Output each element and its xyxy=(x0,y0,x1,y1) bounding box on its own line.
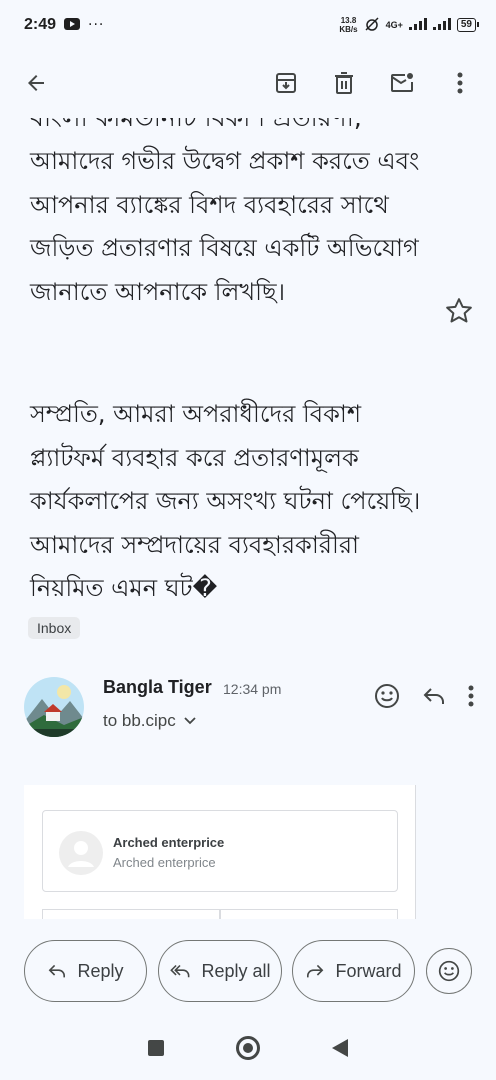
delete-button[interactable] xyxy=(322,61,366,105)
top-toolbar xyxy=(0,55,496,111)
star-button[interactable] xyxy=(444,296,474,326)
back-nav-button[interactable] xyxy=(331,1038,349,1062)
sender-time: 12:34 pm xyxy=(223,681,282,697)
chevron-down-icon xyxy=(184,717,196,725)
avatar[interactable] xyxy=(24,677,84,737)
reply-all-button[interactable]: Reply all xyxy=(158,940,282,1002)
more-options-button[interactable] xyxy=(438,61,482,105)
recipient-toggle[interactable]: to bb.cipc xyxy=(103,711,196,731)
back-button[interactable] xyxy=(14,61,58,105)
forward-icon xyxy=(307,964,324,978)
archive-icon xyxy=(276,73,296,93)
reply-all-icon xyxy=(170,964,190,978)
forward-label: Forward xyxy=(335,960,402,981)
email-clipped-line: বাংলা কমিউনিটি বিকাশ প্রতারণা, xyxy=(30,118,362,140)
network-type: 4G+ xyxy=(385,20,403,30)
more-notifications-icon: ··· xyxy=(88,17,105,33)
arrow-back-icon xyxy=(28,75,44,91)
emoji-icon xyxy=(375,684,399,708)
preview-box xyxy=(220,909,398,919)
mark-unread-icon xyxy=(391,73,413,92)
emoji-icon xyxy=(438,960,460,982)
battery-icon: 59 xyxy=(456,18,480,32)
email-body: বাংলা কমিউনিটি বিকাশ প্রতারণা, আমাদের গভ… xyxy=(0,118,496,638)
more-vert-icon xyxy=(468,685,474,707)
emoji-reaction-button[interactable] xyxy=(374,683,400,713)
recipient-text: to bb.cipc xyxy=(103,711,176,730)
trash-icon xyxy=(335,72,353,94)
triangle-back-icon xyxy=(332,1039,348,1057)
sender-more-button[interactable] xyxy=(468,685,474,711)
reply-all-label: Reply all xyxy=(201,960,271,981)
signal-icon xyxy=(408,18,427,32)
archive-button[interactable] xyxy=(264,61,308,105)
inbox-label-chip[interactable]: Inbox xyxy=(28,617,81,639)
preview-box xyxy=(42,909,220,919)
status-time: 2:49 xyxy=(24,16,57,33)
message-preview[interactable]: Arched enterprice Arched enterprice xyxy=(24,785,416,919)
signal-icon-2 xyxy=(432,18,451,32)
system-nav-bar xyxy=(0,1020,496,1080)
preview-subtitle: Arched enterprice xyxy=(113,855,216,870)
more-vert-icon xyxy=(457,72,463,94)
star-icon xyxy=(446,298,472,323)
status-bar: 2:49 ··· 13.8 KB/s 4G+ 59 xyxy=(0,0,496,50)
reply-button[interactable]: Reply xyxy=(24,940,147,1002)
network-speed: 13.8 KB/s xyxy=(339,16,358,34)
preview-title: Arched enterprice xyxy=(113,835,225,850)
home-icon xyxy=(236,1036,260,1060)
recents-icon xyxy=(148,1040,164,1056)
email-paragraph-1: আমাদের গভীর উদ্বেগ প্রকাশ করতে এবং আপনার… xyxy=(30,147,420,306)
home-button[interactable] xyxy=(235,1035,261,1065)
sender-name: Bangla Tiger xyxy=(103,677,212,697)
email-paragraph-2: সম্প্রতি, আমরা অপরাধীদের বিকাশ প্ল্যাটফর… xyxy=(30,400,421,602)
forward-button[interactable]: Forward xyxy=(292,940,415,1002)
reply-icon-button[interactable] xyxy=(422,686,446,710)
emoji-reaction-pill[interactable] xyxy=(426,948,472,994)
reply-icon xyxy=(49,964,66,978)
preview-avatar xyxy=(59,831,103,875)
action-buttons: Reply Reply all Forward xyxy=(24,940,476,1002)
mark-unread-button[interactable] xyxy=(380,61,424,105)
youtube-notification-icon xyxy=(64,16,81,34)
reply-label: Reply xyxy=(77,960,124,981)
alarm-off-icon xyxy=(364,17,380,33)
recents-button[interactable] xyxy=(147,1039,165,1061)
sender-row: Bangla Tiger 12:34 pm to bb.cipc xyxy=(24,675,474,741)
reply-icon xyxy=(423,688,444,704)
preview-card: Arched enterprice Arched enterprice xyxy=(42,810,398,892)
person-icon xyxy=(68,841,94,867)
